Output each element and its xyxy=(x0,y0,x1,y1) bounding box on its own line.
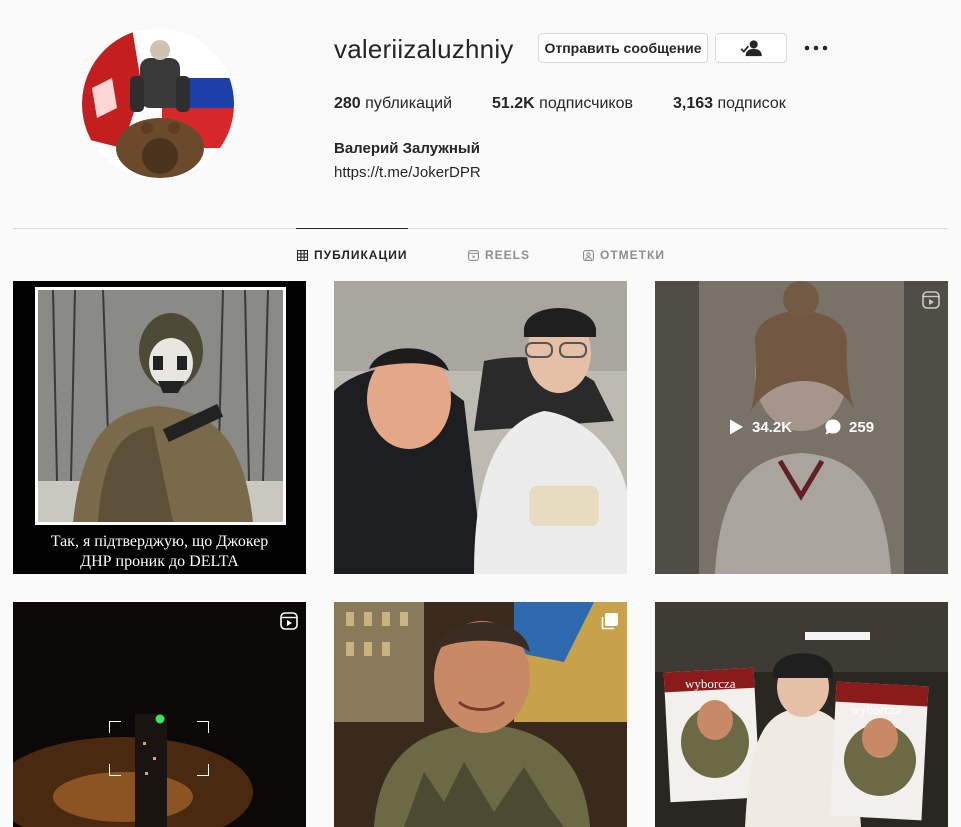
following-stat[interactable]: 3,163 подписок xyxy=(673,95,786,113)
carousel-type-icon xyxy=(601,613,618,630)
comments-stat: 259 xyxy=(824,418,874,436)
reel-type-icon xyxy=(922,291,940,309)
active-tab-indicator xyxy=(296,228,408,229)
post-tile[interactable] xyxy=(334,602,627,827)
profile-full-name: Валерий Залужный xyxy=(334,140,480,157)
post-image xyxy=(13,602,306,827)
post-tile[interactable] xyxy=(334,281,627,574)
followers-label: подписчиков xyxy=(539,95,633,112)
more-options-button[interactable] xyxy=(803,38,829,58)
focus-corner xyxy=(197,764,209,776)
plays-count: 34.2K xyxy=(752,418,793,436)
focus-corner xyxy=(109,721,121,733)
person-check-icon xyxy=(740,40,762,57)
reels-icon xyxy=(468,249,479,261)
followers-count: 51.2K xyxy=(492,95,535,112)
posts-label: публикаций xyxy=(365,95,453,112)
post-tile[interactable] xyxy=(13,602,306,827)
more-options-icon xyxy=(804,45,828,51)
posts-stat: 280 публикаций xyxy=(334,95,452,113)
following-label: подписок xyxy=(717,95,786,112)
tab-tagged-label: ОТМЕТКИ xyxy=(600,248,665,262)
post-tile[interactable]: Так, я підтверджую, що Джокер ДНР проник… xyxy=(13,281,306,574)
post-tile[interactable]: 34.2K 259 xyxy=(655,281,948,574)
post-image xyxy=(334,281,627,574)
following-button[interactable] xyxy=(715,33,787,63)
comment-icon xyxy=(825,419,841,435)
bio-link[interactable]: https://t.me/JokerDPR xyxy=(334,164,481,181)
followers-stat[interactable]: 51.2K подписчиков xyxy=(492,95,633,113)
tabs-divider xyxy=(13,228,948,229)
tagged-icon xyxy=(583,249,594,261)
tab-posts[interactable]: ПУБЛИКАЦИИ xyxy=(297,248,407,262)
tab-reels[interactable]: REELS xyxy=(468,248,530,262)
focus-corner xyxy=(197,721,209,733)
post-caption-line-2: ДНР проник до DELTA xyxy=(80,553,239,570)
tab-tagged[interactable]: ОТМЕТКИ xyxy=(583,248,665,262)
post-caption-line-1: Так, я підтверджую, що Джокер xyxy=(50,533,269,550)
post-tile[interactable]: wyborcza wyborcza xyxy=(655,602,948,827)
avatar-image xyxy=(82,28,234,180)
profile-avatar[interactable] xyxy=(82,28,234,180)
comments-count: 259 xyxy=(849,418,875,436)
profile-username: valeriizaluzhniy xyxy=(334,34,514,64)
profile-stats: 280 публикаций 51.2K подписчиков 3,163 п… xyxy=(334,95,826,113)
plays-stat: 34.2K xyxy=(727,418,792,436)
reel-type-icon xyxy=(280,612,298,630)
post-image xyxy=(655,602,948,827)
post-hover-stats: 34.2K 259 xyxy=(727,418,874,436)
post-image xyxy=(334,602,627,827)
grid-icon xyxy=(297,249,308,261)
tab-reels-label: REELS xyxy=(485,248,531,262)
play-icon xyxy=(730,419,743,435)
newspaper-title: wyborcza xyxy=(851,702,902,717)
newspaper-title: wyborcza xyxy=(685,676,736,691)
post-image xyxy=(13,281,306,574)
focus-corner xyxy=(109,764,121,776)
tab-posts-label: ПУБЛИКАЦИИ xyxy=(314,248,408,262)
posts-count: 280 xyxy=(334,95,361,112)
following-count: 3,163 xyxy=(673,95,714,112)
send-message-button[interactable]: Отправить сообщение xyxy=(538,33,708,63)
